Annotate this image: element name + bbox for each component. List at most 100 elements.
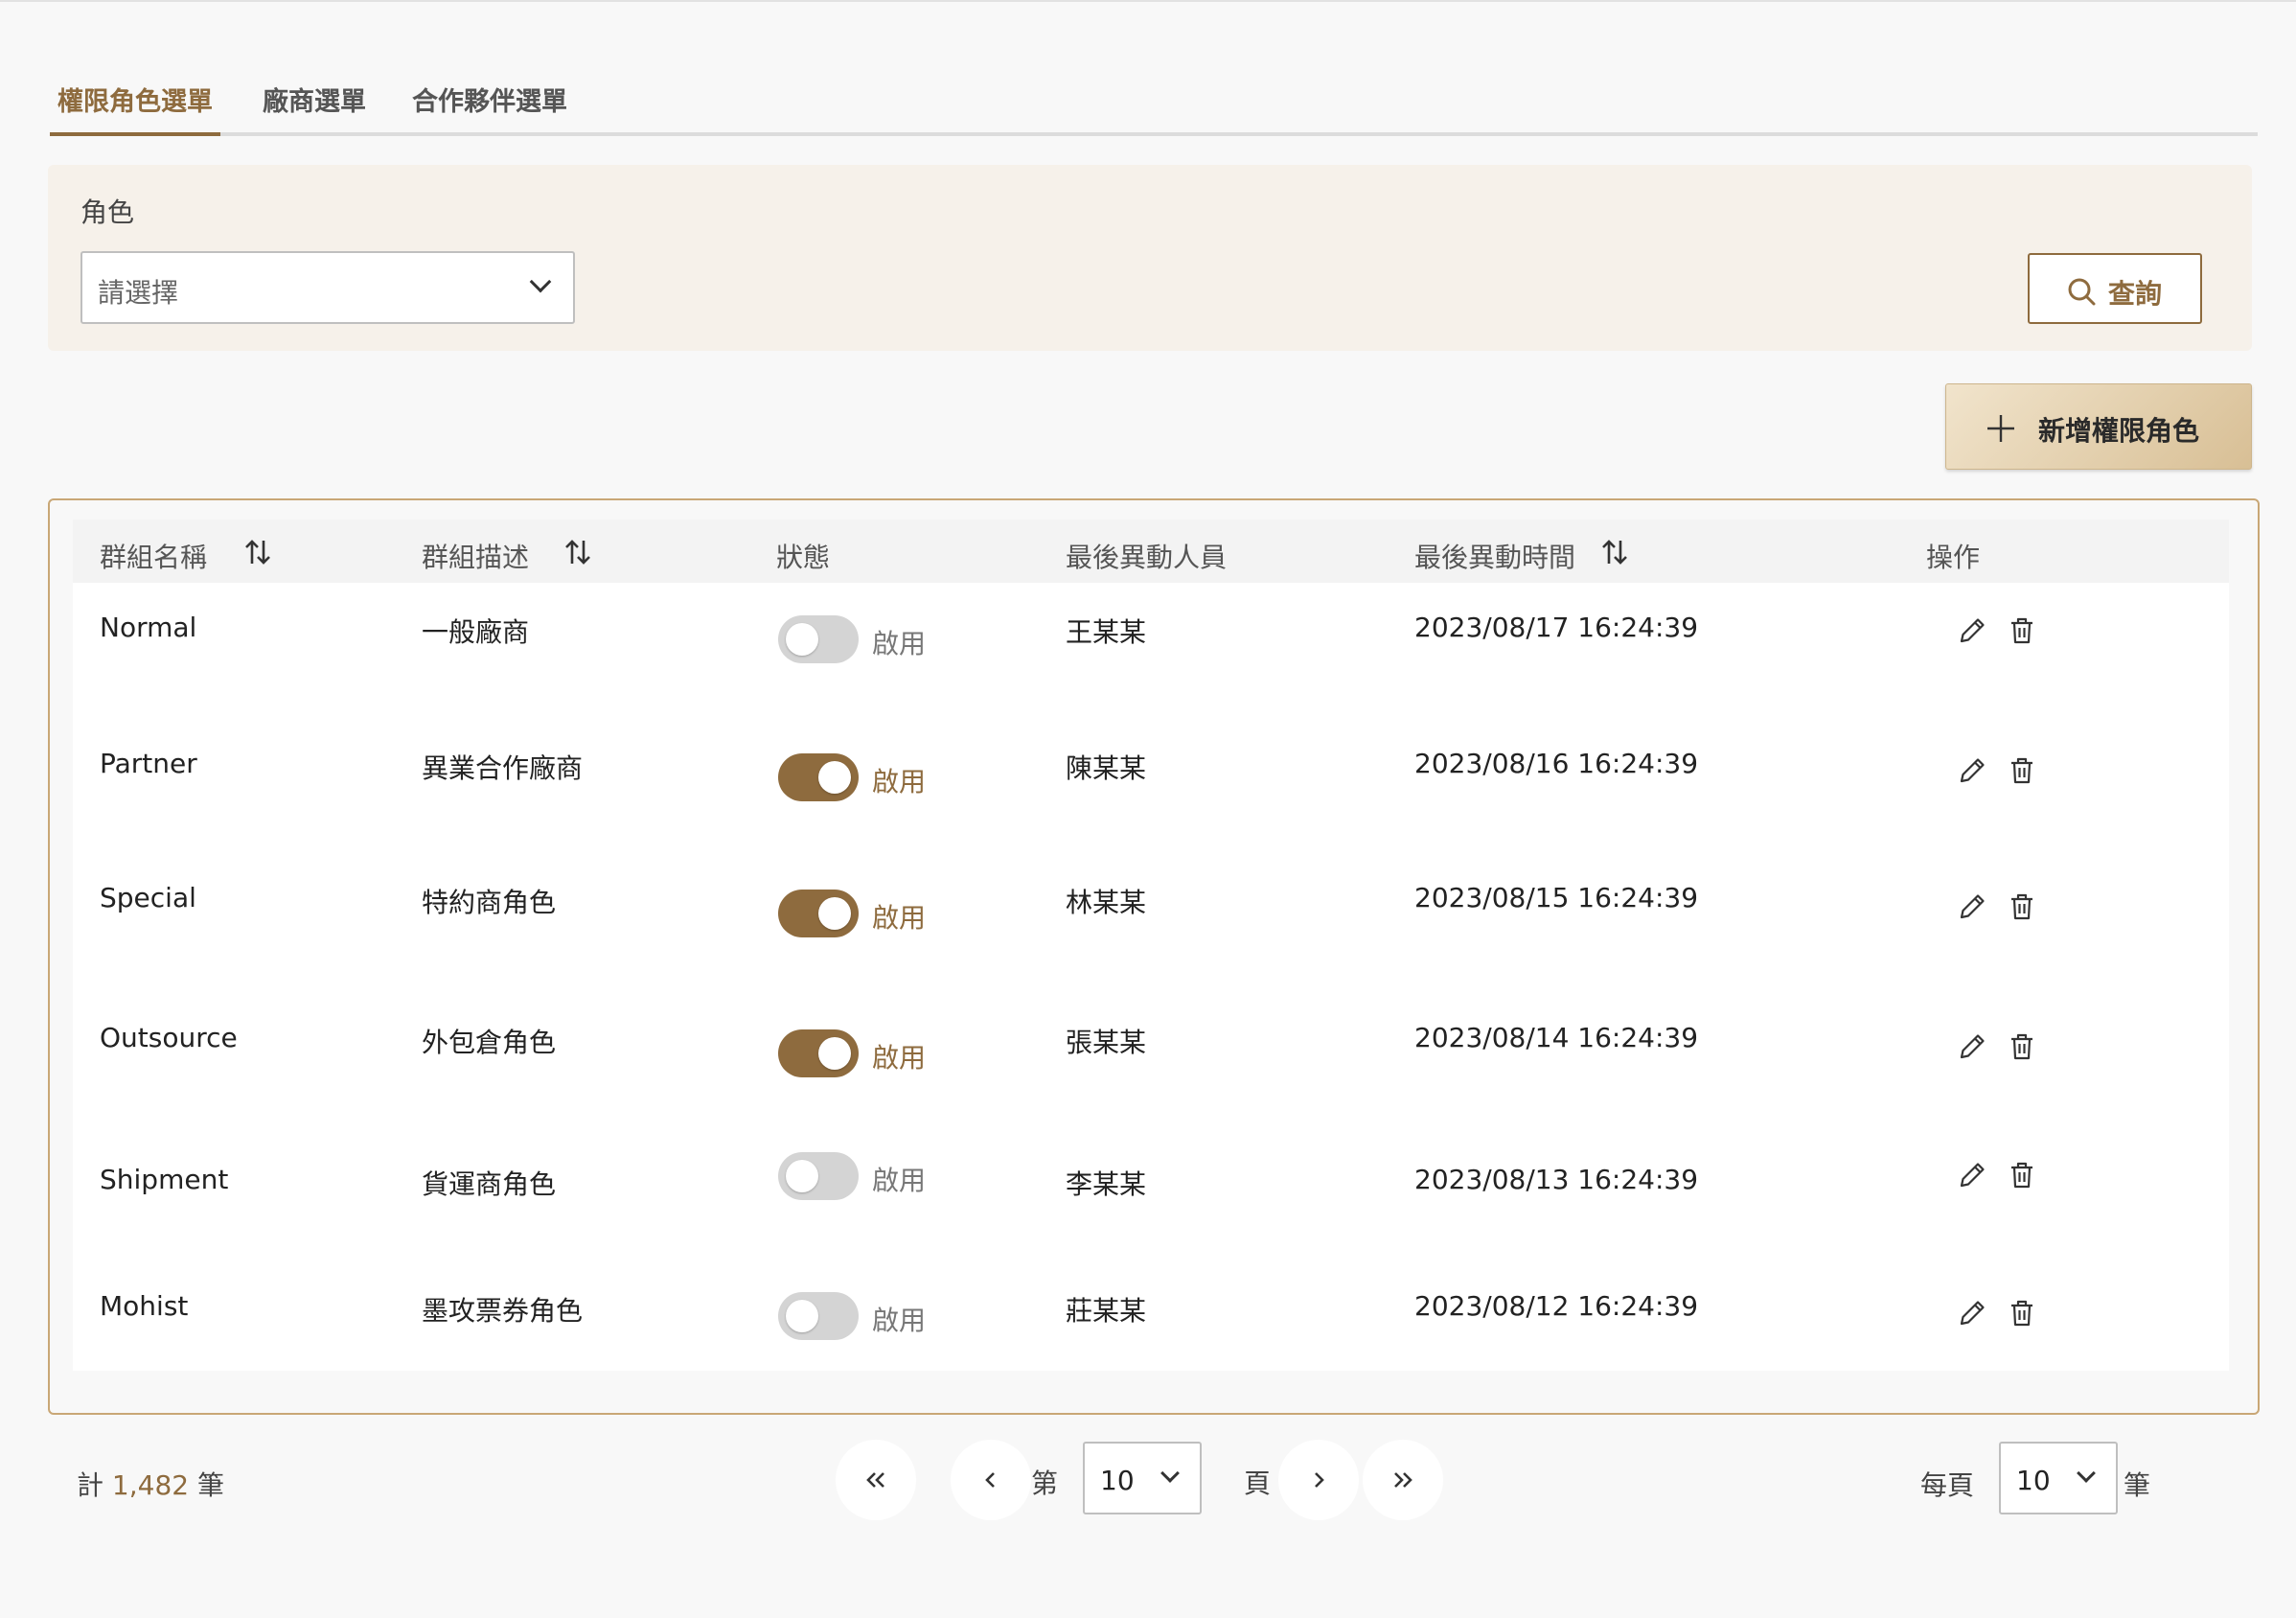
status-toggle[interactable] [778,1292,859,1340]
add-role-button-label: 新增權限角色 [2038,415,2200,447]
roles-table: 群組名稱 群組描述 狀態 最後異動人員 最後異動時間 操作 Normal 一般廠商… [48,498,2260,1415]
total-suffix: 筆 [197,1469,225,1501]
next-page-button[interactable] [1278,1440,1359,1520]
edit-icon[interactable] [1957,615,1987,646]
edit-icon[interactable] [1957,891,1987,922]
current-page: 10 [1100,1465,1135,1496]
per-page-suffix: 筆 [2124,1469,2151,1501]
status-toggle-label: 啟用 [872,766,927,797]
total-prefix: 計 [77,1469,104,1501]
cell-last-modified-time: 2023/08/16 16:24:39 [1414,748,1699,779]
toggle-knob [786,623,818,656]
search-icon [2068,278,2096,306]
next-page-icon [1315,1472,1324,1488]
cell-group-name: Special [100,882,196,913]
cell-last-modifier: 李某某 [1066,1168,1147,1200]
last-page-icon [1394,1472,1412,1488]
status-toggle-label: 啟用 [872,628,927,659]
status-toggle[interactable] [778,1152,859,1200]
cell-group-description: 墨攻票券角色 [422,1295,584,1327]
trash-icon[interactable] [2007,1160,2037,1190]
header-group-description: 群組描述 [422,542,530,573]
status-toggle[interactable] [778,615,859,663]
status-toggle-label: 啟用 [872,902,927,934]
edit-icon[interactable] [1957,1298,1987,1329]
filter-panel: 角色 請選擇 查詢 [48,165,2252,351]
table-row: Shipment 貨運商角色 啟用 李某某 2023/08/13 16:24:39 [73,1125,2229,1240]
header-last-modified-time: 最後異動時間 [1414,542,1576,573]
toggle-knob [818,761,851,794]
status-toggle-label: 啟用 [872,1042,927,1074]
tab-role-menu[interactable]: 權限角色選單 [50,81,220,136]
first-page-icon [866,1472,884,1488]
first-page-button[interactable] [836,1440,916,1520]
trash-icon[interactable] [2007,615,2037,646]
page-suffix: 頁 [1244,1468,1272,1499]
role-select[interactable]: 請選擇 [80,251,575,324]
top-divider [0,0,2296,2]
cell-last-modified-time: 2023/08/17 16:24:39 [1414,612,1699,643]
status-toggle[interactable] [778,753,859,801]
tab-bar-underline [50,132,2258,136]
cell-group-name: Shipment [100,1164,229,1195]
table-row: Outsource 外包倉角色 啟用 張某某 2023/08/14 16:24:39 [73,987,2229,1102]
cell-group-name: Normal [100,612,197,643]
status-toggle-label: 啟用 [872,1165,927,1196]
cell-last-modified-time: 2023/08/13 16:24:39 [1414,1164,1699,1195]
sort-icon[interactable] [1600,538,1629,566]
edit-icon[interactable] [1957,1031,1987,1062]
page-prefix: 第 [1031,1468,1059,1499]
sort-icon[interactable] [563,538,592,566]
edit-icon[interactable] [1957,755,1987,786]
plus-icon [1987,415,2014,442]
cell-group-description: 一般廠商 [422,616,530,648]
sort-icon[interactable] [243,538,272,566]
cell-group-name: Mohist [100,1290,189,1322]
cell-last-modifier: 王某某 [1066,616,1147,648]
header-actions: 操作 [1926,542,1981,573]
toggle-knob [818,1037,851,1070]
header-last-modifier: 最後異動人員 [1066,542,1228,573]
query-button[interactable]: 查詢 [2028,253,2202,324]
cell-last-modifier: 林某某 [1066,887,1147,918]
per-page-value: 10 [2016,1465,2051,1496]
add-role-button[interactable]: 新增權限角色 [1945,383,2252,470]
trash-icon[interactable] [2007,1298,2037,1329]
table-row: Partner 異業合作廠商 啟用 陳某某 2023/08/16 16:24:39 [73,717,2229,832]
cell-last-modified-time: 2023/08/14 16:24:39 [1414,1022,1699,1053]
status-toggle[interactable] [778,1029,859,1077]
toggle-knob [786,1300,818,1332]
cell-last-modifier: 莊某某 [1066,1295,1147,1327]
per-page-prefix: 每頁 [1920,1469,1975,1501]
prev-page-button[interactable] [951,1440,1031,1520]
status-toggle[interactable] [778,890,859,937]
page: 權限角色選單 廠商選單 合作夥伴選單 角色 請選擇 查詢 新增權限角色 群組名稱 [0,0,2296,1618]
toggle-knob [786,1160,818,1192]
cell-last-modified-time: 2023/08/15 16:24:39 [1414,882,1699,913]
trash-icon[interactable] [2007,1031,2037,1062]
header-group-name: 群組名稱 [100,542,208,573]
trash-icon[interactable] [2007,891,2037,922]
table-row: Mohist 墨攻票券角色 啟用 莊某某 2023/08/12 16:24:39 [73,1256,2229,1371]
tab-partner-menu[interactable]: 合作夥伴選單 [404,81,575,136]
cell-group-description: 異業合作廠商 [422,752,584,784]
role-label: 角色 [80,196,135,228]
chevron-down-icon [1160,1464,1180,1483]
last-page-button[interactable] [1363,1440,1443,1520]
page-select[interactable]: 10 [1083,1442,1202,1514]
tab-bar: 權限角色選單 廠商選單 合作夥伴選單 [50,81,2258,136]
prev-page-icon [985,1472,995,1488]
toggle-knob [818,897,851,930]
per-page-select[interactable]: 10 [1999,1442,2118,1514]
cell-group-name: Outsource [100,1022,238,1053]
edit-icon[interactable] [1957,1160,1987,1190]
total-count: 計 1,482 筆 [77,1465,224,1503]
tab-vendor-menu[interactable]: 廠商選單 [255,81,374,136]
cell-group-name: Partner [100,748,197,779]
total-number: 1,482 [111,1469,190,1501]
table-row: Special 特約商角色 啟用 林某某 2023/08/15 16:24:39 [73,851,2229,966]
table-header: 群組名稱 群組描述 狀態 最後異動人員 最後異動時間 操作 [73,520,2229,583]
trash-icon[interactable] [2007,755,2037,786]
query-button-label: 查詢 [2108,278,2163,310]
chevron-down-icon [529,270,552,293]
